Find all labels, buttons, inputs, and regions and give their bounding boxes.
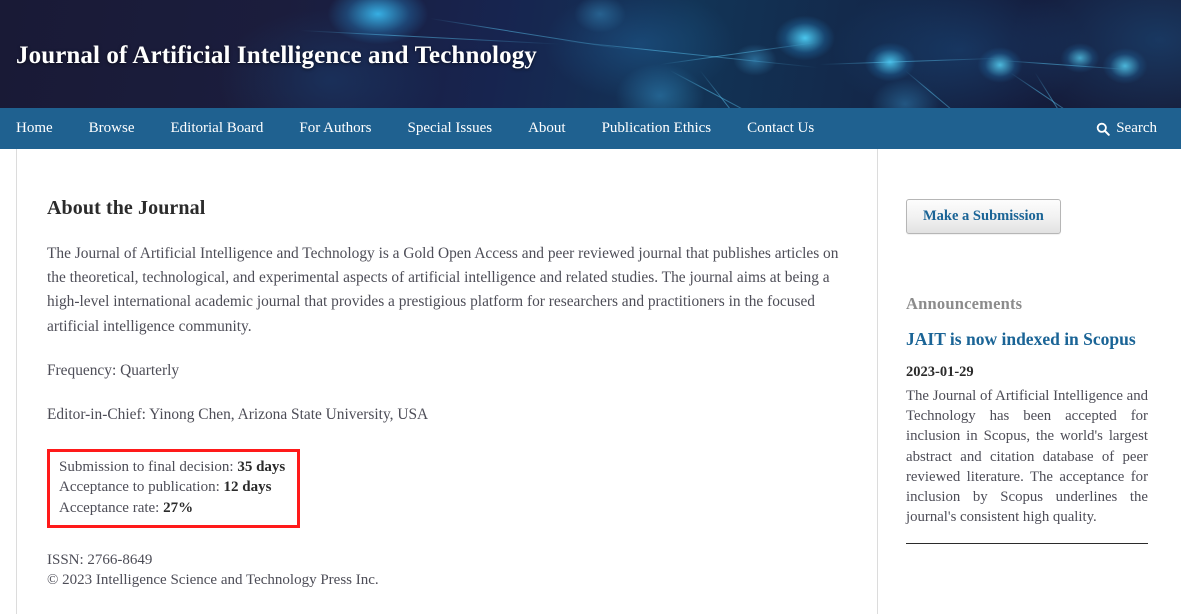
nav-item-for-authors[interactable]: For Authors	[281, 108, 389, 149]
page-title: About the Journal	[47, 197, 206, 219]
metric-label: Acceptance to publication:	[59, 479, 220, 496]
main-navigation: Home Browse Editorial Board For Authors …	[0, 108, 1181, 149]
site-title: Journal of Artificial Intelligence and T…	[16, 41, 537, 69]
metric-label: Submission to final decision:	[59, 458, 234, 475]
editor-in-chief-line: Editor-in-Chief: Yinong Chen, Arizona St…	[47, 405, 429, 423]
search-label: Search	[1116, 120, 1157, 136]
metric-value: 27%	[163, 499, 194, 516]
journal-metrics-box: Submission to final decision: 35 days Ac…	[47, 448, 301, 529]
sidebar: Make a Submission Announcements JAIT is …	[877, 149, 1181, 614]
metric-value: 35 days	[237, 458, 286, 475]
metric-row: Acceptance to publication: 12 days	[59, 477, 285, 497]
announcement-date: 2023-01-29	[906, 364, 974, 380]
announcement-body: The Journal of Artificial Intelligence a…	[906, 388, 1149, 526]
metric-row: Acceptance rate: 27%	[59, 498, 285, 518]
make-a-submission-button[interactable]: Make a Submission	[906, 199, 1061, 234]
metric-label: Acceptance rate:	[59, 499, 160, 516]
metric-value: 12 days	[223, 479, 272, 496]
search-icon	[1096, 122, 1110, 136]
main-content: About the Journal The Journal of Artific…	[16, 149, 877, 614]
metric-row: Submission to final decision: 35 days	[59, 457, 285, 477]
announcement-title-link[interactable]: JAIT is now indexed in Scopus	[906, 328, 1181, 350]
nav-item-home[interactable]: Home	[16, 108, 71, 149]
nav-item-contact-us[interactable]: Contact Us	[729, 108, 832, 149]
nav-item-special-issues[interactable]: Special Issues	[390, 108, 511, 149]
nav-item-browse[interactable]: Browse	[71, 108, 153, 149]
issn-line: ISSN: 2766-8649	[47, 552, 153, 569]
announcement-divider	[906, 543, 1148, 545]
journal-description-paragraph: The Journal of Artificial Intelligence a…	[47, 245, 839, 335]
search-button[interactable]: Search	[1096, 120, 1165, 137]
site-header: Journal of Artificial Intelligence and T…	[0, 0, 1181, 108]
nav-items: Home Browse Editorial Board For Authors …	[16, 108, 832, 149]
announcements-heading: Announcements	[906, 294, 1023, 313]
copyright-line: © 2023 Intelligence Science and Technolo…	[47, 572, 379, 589]
frequency-line: Frequency: Quarterly	[47, 361, 180, 379]
nav-item-about[interactable]: About	[510, 108, 584, 149]
page-body: About the Journal The Journal of Artific…	[0, 149, 1181, 614]
nav-item-editorial-board[interactable]: Editorial Board	[153, 108, 282, 149]
nav-item-publication-ethics[interactable]: Publication Ethics	[584, 108, 730, 149]
